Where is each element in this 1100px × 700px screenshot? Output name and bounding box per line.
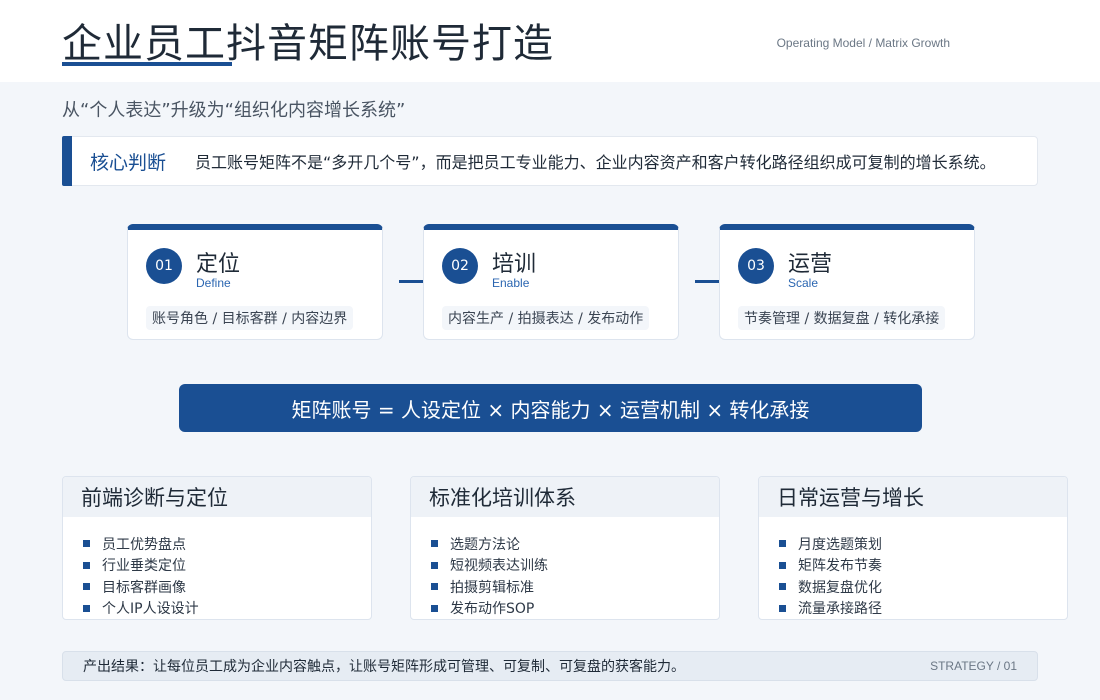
list-item-text: 流量承接路径 [798, 601, 882, 618]
square-bullet-icon [83, 561, 90, 569]
list-item: 数据复盘优化 [779, 576, 1067, 598]
step-title: 定位 [196, 252, 241, 277]
square-bullet-icon [83, 583, 90, 591]
card-list: 月度选题策划 矩阵发布节奏 数据复盘优化 流量承接路径 [759, 517, 1067, 619]
card-title: 前端诊断与定位 [63, 477, 371, 517]
list-item-text: 月度选题策划 [798, 536, 882, 553]
list-item-text: 选题方法论 [450, 536, 520, 553]
step-define: 01 定位 Define 账号角色 / 目标客群 / 内容边界 [127, 224, 383, 340]
list-item-text: 发布动作SOP [450, 601, 535, 618]
square-bullet-icon [779, 540, 786, 548]
step-number-badge: 01 [146, 248, 182, 284]
step-enable: 02 培训 Enable 内容生产 / 拍摄表达 / 发布动作 [423, 224, 679, 340]
square-bullet-icon [83, 604, 90, 612]
footer-bar: 产出结果：让每位员工成为企业内容触点，让账号矩阵形成可管理、可复制、可复盘的获客… [62, 651, 1038, 681]
square-bullet-icon [431, 561, 438, 569]
header: 企业员工抖音矩阵账号打造 Operating Model / Matrix Gr… [0, 0, 1100, 82]
step-description: 节奏管理 / 数据复盘 / 转化承接 [738, 306, 946, 330]
list-item-text: 个人IP人设设计 [102, 601, 199, 618]
list-item: 拍摄剪辑标准 [431, 576, 719, 598]
list-item: 员工优势盘点 [83, 533, 371, 555]
step-number-badge: 02 [442, 248, 478, 284]
footer-page-tag: STRATEGY / 01 [930, 659, 1017, 673]
step-scale: 03 运营 Scale 节奏管理 / 数据复盘 / 转化承接 [719, 224, 975, 340]
square-bullet-icon [431, 540, 438, 548]
list-item-text: 目标客群画像 [102, 579, 186, 596]
list-item: 目标客群画像 [83, 576, 371, 598]
step-english-label: Define [196, 276, 231, 290]
card-list: 员工优势盘点 行业垂类定位 目标客群画像 个人IP人设设计 [63, 517, 371, 619]
list-item: 短视频表达训练 [431, 555, 719, 577]
list-item: 选题方法论 [431, 533, 719, 555]
list-item: 行业垂类定位 [83, 555, 371, 577]
formula-banner: 矩阵账号 = 人设定位 × 内容能力 × 运营机制 × 转化承接 [179, 384, 922, 432]
footer-result-text: 产出结果：让每位员工成为企业内容触点，让账号矩阵形成可管理、可复制、可复盘的获客… [83, 659, 685, 675]
square-bullet-icon [83, 540, 90, 548]
card-diagnosis: 前端诊断与定位 员工优势盘点 行业垂类定位 目标客群画像 个人IP人设设计 [62, 476, 372, 620]
list-item-text: 数据复盘优化 [798, 579, 882, 596]
list-item-text: 拍摄剪辑标准 [450, 579, 534, 596]
list-item: 矩阵发布节奏 [779, 555, 1067, 577]
card-training: 标准化培训体系 选题方法论 短视频表达训练 拍摄剪辑标准 发布动作SOP [410, 476, 720, 620]
core-judgement-box: 核心判断 员工账号矩阵不是“多开几个号”，而是把员工专业能力、企业内容资产和客户… [62, 136, 1038, 186]
step-english-label: Scale [788, 276, 819, 290]
square-bullet-icon [431, 604, 438, 612]
step-title: 培训 [492, 252, 537, 277]
card-title: 标准化培训体系 [411, 477, 719, 517]
step-description: 内容生产 / 拍摄表达 / 发布动作 [442, 306, 650, 330]
page-subtitle: 从“个人表达”升级为“组织化内容增长系统” [62, 100, 406, 121]
list-item: 月度选题策划 [779, 533, 1067, 555]
step-title: 运营 [788, 252, 833, 277]
list-item: 流量承接路径 [779, 598, 1067, 620]
card-list: 选题方法论 短视频表达训练 拍摄剪辑标准 发布动作SOP [411, 517, 719, 619]
title-underline [62, 62, 232, 66]
square-bullet-icon [431, 583, 438, 591]
list-item: 个人IP人设设计 [83, 598, 371, 620]
list-item-text: 员工优势盘点 [102, 536, 186, 553]
step-connector [399, 280, 423, 283]
header-subtitle-en: Operating Model / Matrix Growth [776, 36, 950, 50]
list-item-text: 行业垂类定位 [102, 558, 186, 575]
process-steps: 01 定位 Define 账号角色 / 目标客群 / 内容边界 02 培训 En… [127, 224, 975, 340]
square-bullet-icon [779, 561, 786, 569]
square-bullet-icon [779, 583, 786, 591]
square-bullet-icon [779, 604, 786, 612]
card-operations: 日常运营与增长 月度选题策划 矩阵发布节奏 数据复盘优化 流量承接路径 [758, 476, 1068, 620]
step-description: 账号角色 / 目标客群 / 内容边界 [146, 306, 354, 330]
judgement-label: 核心判断 [90, 151, 167, 174]
judgement-accent-bar [62, 136, 72, 186]
list-item: 发布动作SOP [431, 598, 719, 620]
list-item-text: 矩阵发布节奏 [798, 558, 882, 575]
card-title: 日常运营与增长 [759, 477, 1067, 517]
judgement-text: 员工账号矩阵不是“多开几个号”，而是把员工专业能力、企业内容资产和客户转化路径组… [195, 153, 996, 172]
step-number-badge: 03 [738, 248, 774, 284]
step-connector [695, 280, 719, 283]
list-item-text: 短视频表达训练 [450, 558, 548, 575]
step-english-label: Enable [492, 276, 530, 290]
